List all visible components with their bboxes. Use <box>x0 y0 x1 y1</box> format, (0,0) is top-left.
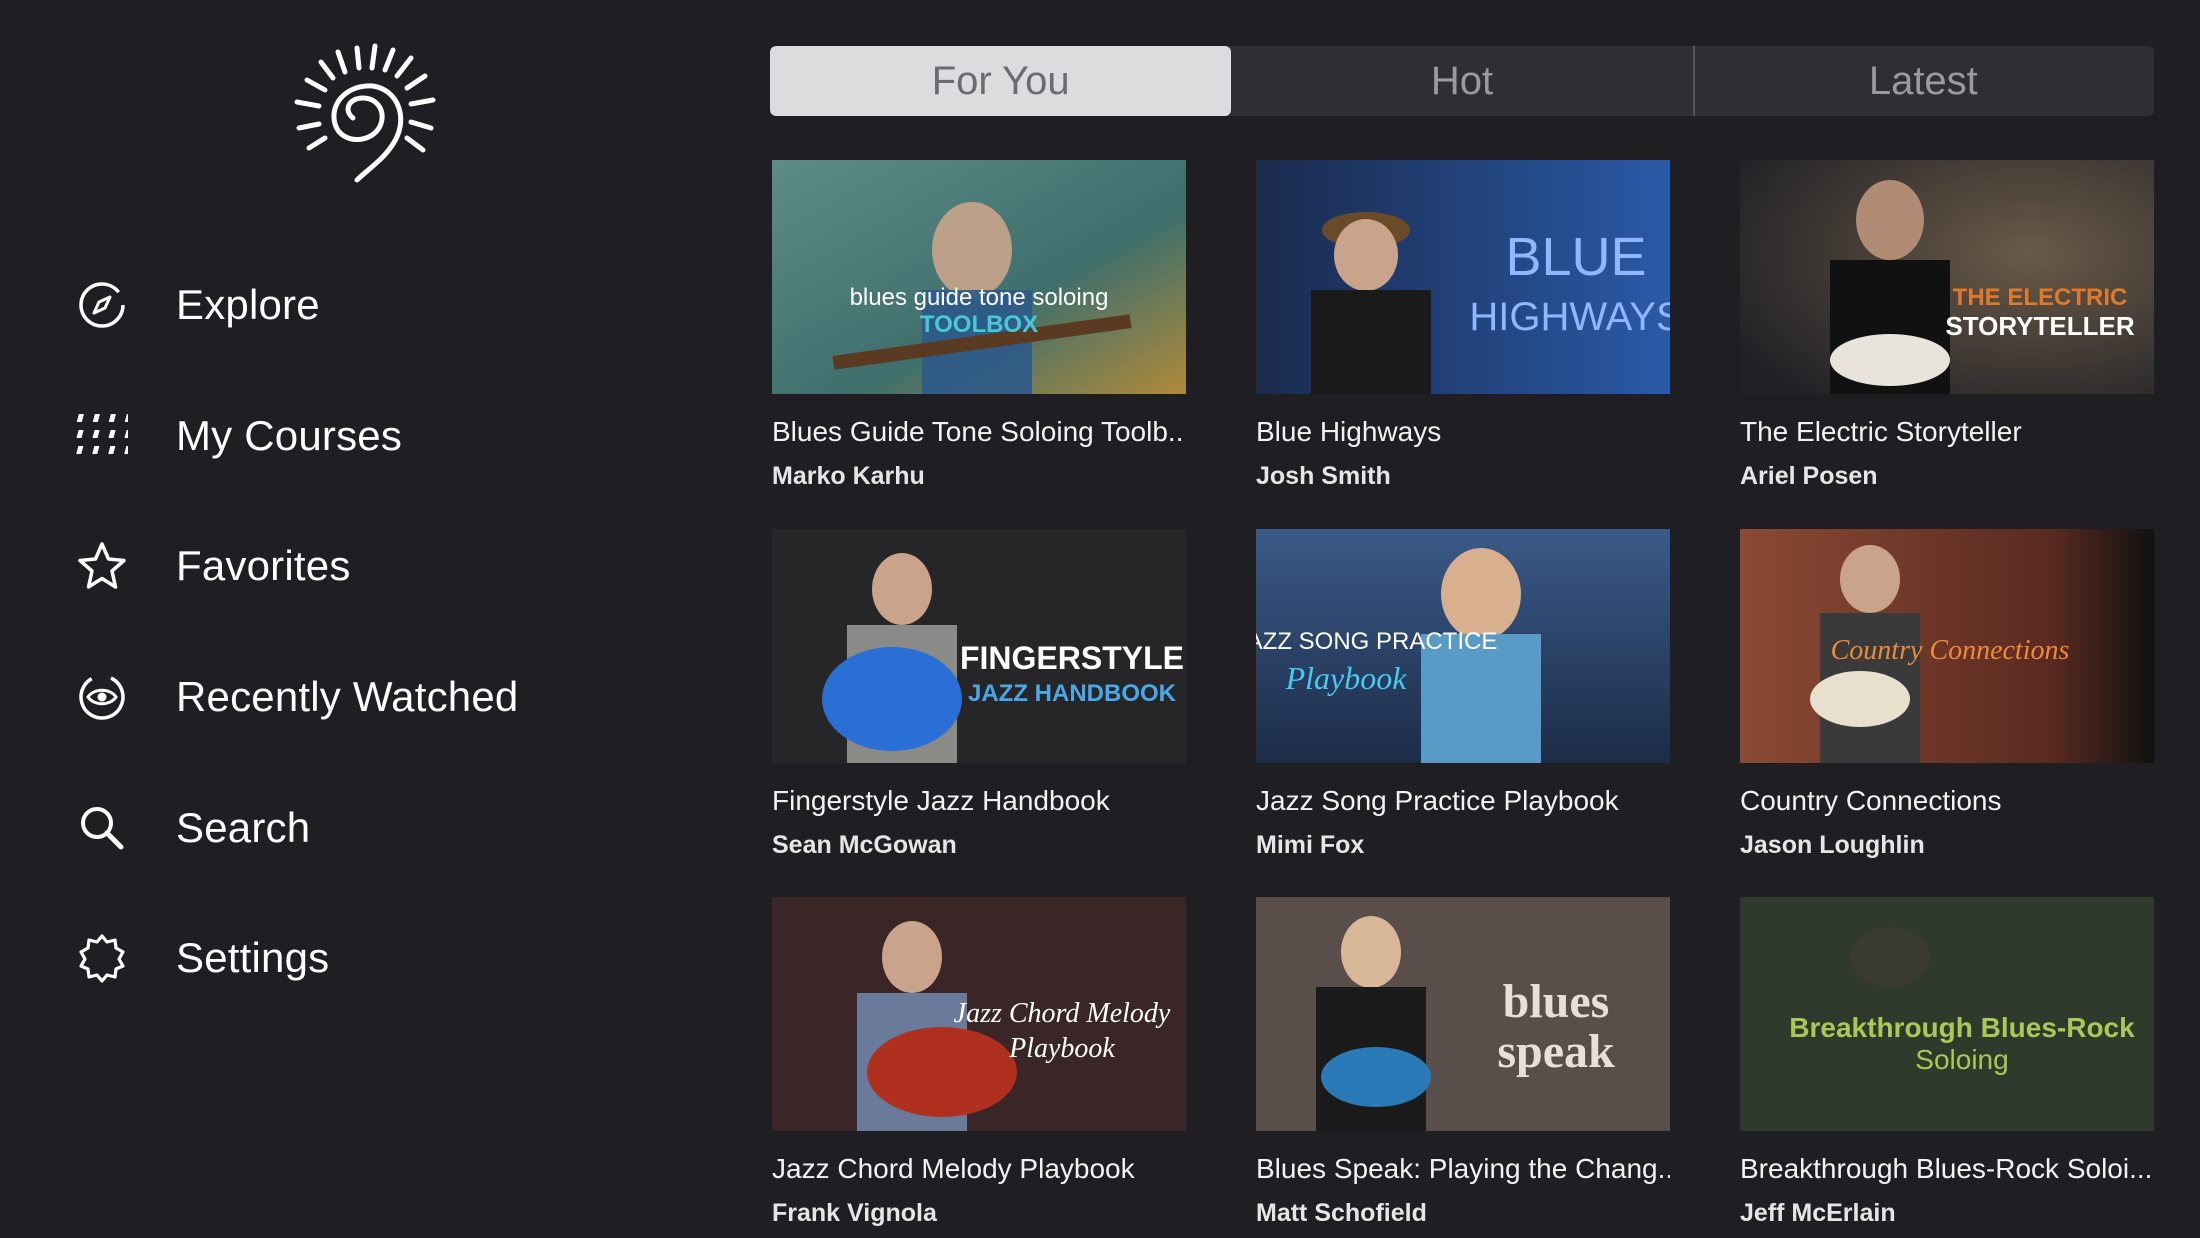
gear-icon <box>74 930 130 986</box>
thumb-title: Country Connections <box>1831 635 2070 666</box>
course-title: Blue Highways <box>1256 416 1442 447</box>
sun-spiral-logo <box>283 40 443 190</box>
course-card[interactable]: blues speak Blues Speak: Playing the Cha… <box>1256 897 1670 1228</box>
thumb-title: blues <box>1503 975 1610 1028</box>
course-card[interactable]: Jazz Chord Melody Playbook Jazz Chord Me… <box>772 897 1186 1228</box>
grid-dots-icon <box>74 408 130 464</box>
tab-bar: For You Hot Latest <box>770 46 2154 116</box>
course-thumbnail: Jazz Chord Melody Playbook <box>772 897 1186 1131</box>
sidebar-item-my-courses[interactable]: My Courses <box>74 371 518 502</box>
course-author: Mimi Fox <box>1256 831 1365 859</box>
thumb-title: FINGERSTYLE <box>960 640 1184 676</box>
course-title: Jazz Song Practice Playbook <box>1256 785 1619 816</box>
sidebar-item-explore[interactable]: Explore <box>74 240 518 371</box>
tab-label: Latest <box>1868 58 1978 103</box>
sidebar-item-label: Search <box>176 803 311 851</box>
course-title: Blues Speak: Playing the Chang... <box>1256 1153 1670 1184</box>
course-author: Jeff McErlain <box>1740 1199 1896 1227</box>
compass-icon <box>74 277 130 333</box>
sidebar-item-label: Favorites <box>176 542 351 590</box>
course-thumbnail: JAZZ SONG PRACTICE Playbook <box>1256 529 1670 763</box>
course-card[interactable]: FINGERSTYLE JAZZ HANDBOOK Fingerstyle Ja… <box>772 529 1186 860</box>
thumb-subtitle: STORYTELLER <box>1945 311 2134 341</box>
course-thumbnail: FINGERSTYLE JAZZ HANDBOOK <box>772 529 1186 763</box>
sidebar-item-favorites[interactable]: Favorites <box>74 501 518 632</box>
course-author: Josh Smith <box>1256 462 1391 490</box>
thumb-subtitle: HIGHWAYS <box>1469 295 1670 339</box>
course-card[interactable]: Country Connections Country Connections … <box>1740 529 2154 860</box>
course-title: Jazz Chord Melody Playbook <box>772 1153 1135 1184</box>
course-title: Country Connections <box>1740 785 2002 816</box>
course-card[interactable]: JAZZ SONG PRACTICE Playbook Jazz Song Pr… <box>1256 529 1670 860</box>
app-root: Explore My Courses Favorites Recently Wa… <box>0 0 2200 1238</box>
course-thumbnail: THE ELECTRIC STORYTELLER <box>1740 160 2154 394</box>
tab-for-you[interactable]: For You <box>770 46 1232 116</box>
course-author: Matt Schofield <box>1256 1199 1427 1227</box>
thumb-subtitle: speak <box>1497 1025 1615 1078</box>
course-author: Sean McGowan <box>772 831 957 859</box>
thumb-subtitle: JAZZ HANDBOOK <box>968 680 1177 707</box>
thumb-title: JAZZ SONG PRACTICE <box>1256 628 1497 655</box>
thumb-title: Jazz Chord Melody <box>954 998 1171 1029</box>
thumb-title: Breakthrough Blues-Rock <box>1789 1012 2135 1043</box>
thumb-subtitle: TOOLBOX <box>920 311 1038 338</box>
sidebar-item-label: Settings <box>176 934 330 982</box>
tab-hot[interactable]: Hot <box>1231 46 1692 116</box>
course-author: Ariel Posen <box>1740 462 1878 490</box>
sidebar: Explore My Courses Favorites Recently Wa… <box>0 0 720 1238</box>
thumb-title: THE ELECTRIC <box>1953 284 2128 311</box>
course-card[interactable]: THE ELECTRIC STORYTELLER The Electric St… <box>1740 160 2154 491</box>
thumb-subtitle: Playbook <box>1285 660 1408 696</box>
star-icon <box>74 538 130 594</box>
course-card[interactable]: Breakthrough Blues-Rock Soloing Breakthr… <box>1740 897 2154 1228</box>
tab-label: Hot <box>1430 58 1494 103</box>
course-title: Blues Guide Tone Soloing Toolb... <box>772 416 1186 447</box>
thumb-subtitle: Soloing <box>1915 1044 2008 1075</box>
sidebar-item-search[interactable]: Search <box>74 762 518 893</box>
sidebar-nav: Explore My Courses Favorites Recently Wa… <box>74 240 518 1024</box>
sidebar-item-recently-watched[interactable]: Recently Watched <box>74 632 518 763</box>
sidebar-item-label: My Courses <box>176 411 403 459</box>
search-icon <box>74 800 130 856</box>
course-author: Marko Karhu <box>772 462 925 490</box>
tab-label: For You <box>931 58 1070 103</box>
sidebar-item-settings[interactable]: Settings <box>74 893 518 1024</box>
course-thumbnail: Country Connections <box>1740 529 2154 763</box>
course-title: The Electric Storyteller <box>1740 416 2022 447</box>
course-author: Jason Loughlin <box>1740 831 1925 859</box>
thumb-subtitle: Playbook <box>1008 1033 1115 1064</box>
sidebar-item-label: Recently Watched <box>176 673 519 721</box>
course-thumbnail: BLUE HIGHWAYS <box>1256 160 1670 394</box>
tab-latest[interactable]: Latest <box>1692 46 2154 116</box>
course-thumbnail: blues speak <box>1256 897 1670 1131</box>
course-card[interactable]: BLUE HIGHWAYS Blue Highways Josh Smith <box>1256 160 1670 491</box>
course-thumbnail: blues guide tone soloing TOOLBOX <box>772 160 1186 394</box>
thumb-title: BLUE <box>1505 227 1646 287</box>
eye-icon <box>74 669 130 725</box>
course-author: Frank Vignola <box>772 1199 937 1227</box>
sidebar-item-label: Explore <box>176 281 320 329</box>
course-title: Fingerstyle Jazz Handbook <box>772 785 1110 816</box>
thumb-title: blues guide tone soloing <box>850 284 1109 311</box>
course-thumbnail: Breakthrough Blues-Rock Soloing <box>1740 897 2154 1131</box>
course-card[interactable]: blues guide tone soloing TOOLBOX Blues G… <box>772 160 1186 491</box>
course-title: Breakthrough Blues-Rock Soloi... <box>1740 1153 2153 1184</box>
